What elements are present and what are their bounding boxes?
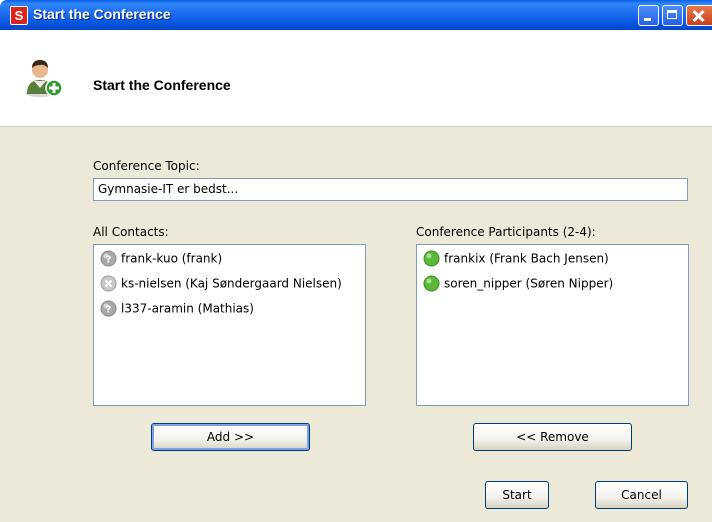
start-button[interactable]: Start	[485, 481, 549, 509]
status-online-icon	[423, 250, 440, 267]
participants-list[interactable]: frankix (Frank Bach Jensen) soren_nipper…	[416, 244, 689, 406]
topic-label: Conference Topic:	[93, 159, 200, 173]
user-add-icon	[25, 60, 63, 97]
svg-text:?: ?	[106, 255, 112, 266]
list-item[interactable]: ? l337-aramin (Mathias)	[100, 298, 254, 318]
skype-app-icon: S	[10, 6, 28, 25]
status-offline-icon	[100, 275, 117, 292]
minimize-button[interactable]	[638, 5, 659, 26]
status-unknown-icon: ?	[100, 250, 117, 267]
all-contacts-list[interactable]: ? frank-kuo (frank) ks-nielsen (Kaj Sønd…	[93, 244, 366, 406]
maximize-button[interactable]	[662, 5, 683, 26]
window-title: Start the Conference	[33, 6, 171, 22]
list-item[interactable]: ks-nielsen (Kaj Søndergaard Nielsen)	[100, 273, 342, 293]
contact-name: ks-nielsen (Kaj Søndergaard Nielsen)	[121, 276, 342, 291]
title-bar[interactable]: S Start the Conference	[0, 0, 712, 30]
close-button[interactable]	[686, 5, 712, 26]
all-contacts-label: All Contacts:	[93, 225, 169, 239]
cancel-button[interactable]: Cancel	[595, 481, 688, 509]
page-title: Start the Conference	[93, 77, 231, 93]
list-item[interactable]: ? frank-kuo (frank)	[100, 248, 222, 268]
dialog-header: Start the Conference	[0, 30, 712, 127]
add-button[interactable]: Add >>	[151, 423, 310, 451]
status-online-icon	[423, 275, 440, 292]
participant-name: soren_nipper (Søren Nipper)	[444, 276, 614, 291]
conference-dialog: S Start the Conference Start the Confere…	[0, 0, 712, 522]
remove-button[interactable]: << Remove	[473, 423, 632, 451]
dialog-body: Conference Topic: Gymnasie-IT er bedst..…	[0, 127, 712, 522]
topic-input[interactable]: Gymnasie-IT er bedst...	[93, 178, 688, 201]
list-item[interactable]: frankix (Frank Bach Jensen)	[423, 248, 609, 268]
participants-label: Conference Participants (2-4):	[416, 225, 596, 239]
status-unknown-icon: ?	[100, 300, 117, 317]
contact-name: l337-aramin (Mathias)	[121, 301, 254, 316]
contact-name: frank-kuo (frank)	[121, 251, 223, 266]
svg-text:?: ?	[106, 305, 112, 316]
participant-name: frankix (Frank Bach Jensen)	[444, 251, 609, 266]
list-item[interactable]: soren_nipper (Søren Nipper)	[423, 273, 613, 293]
